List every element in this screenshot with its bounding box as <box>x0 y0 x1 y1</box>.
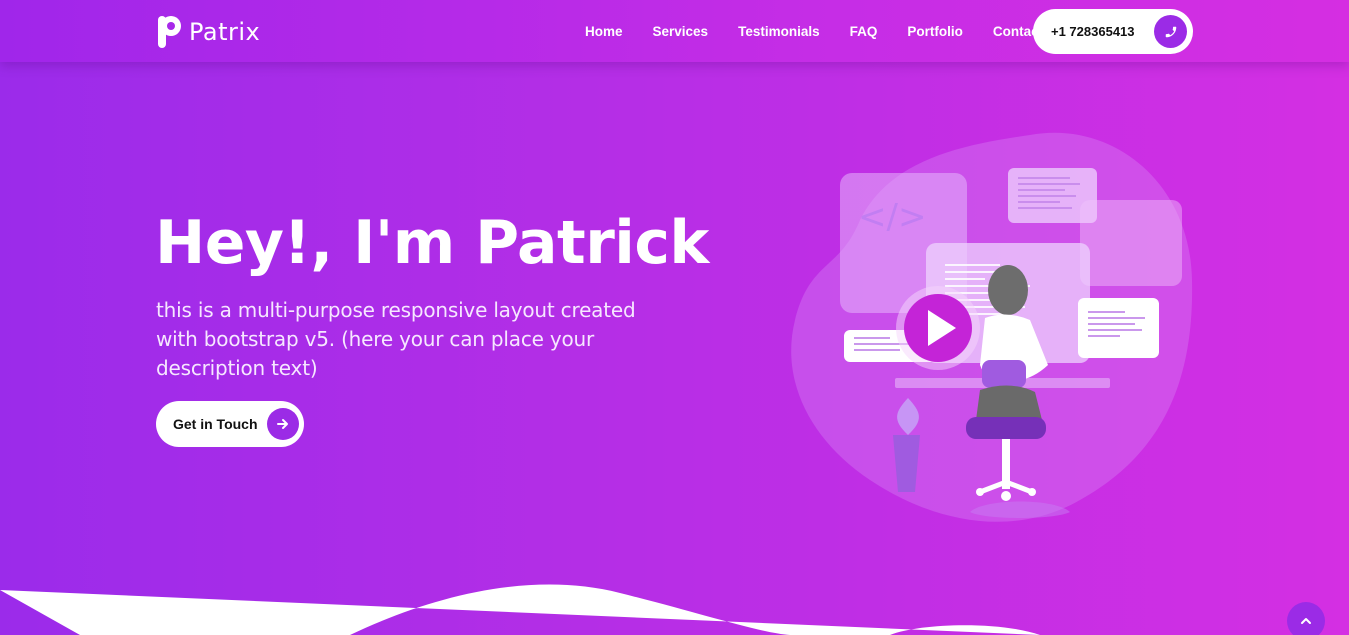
main-nav: Home Services Testimonials FAQ Portfolio… <box>570 0 1066 62</box>
arrow-right-icon <box>267 408 299 440</box>
brand-logo[interactable]: Patrix <box>157 14 260 50</box>
mini-card-right <box>1078 298 1159 358</box>
nav-link-services[interactable]: Services <box>653 24 709 39</box>
nav-link-home[interactable]: Home <box>585 24 623 39</box>
phone-contact-button[interactable]: +1 728365413 <box>1033 9 1193 54</box>
chair-back <box>982 360 1026 388</box>
nav-link-testimonials[interactable]: Testimonials <box>738 24 820 39</box>
scroll-to-top-button[interactable] <box>1287 602 1325 635</box>
bottom-wave <box>0 584 1040 635</box>
nav-link-portfolio[interactable]: Portfolio <box>907 24 963 39</box>
chair-seat <box>966 417 1046 439</box>
floating-card-right <box>1080 200 1182 286</box>
code-tag-label: </> <box>858 197 926 237</box>
hero-title: Hey!, I'm Patrick <box>155 208 709 278</box>
hero-description: this is a multi-purpose responsive layou… <box>156 298 636 380</box>
phone-icon <box>1154 15 1187 48</box>
hero-illustration: </> <box>780 120 1200 530</box>
logo-icon <box>157 15 183 49</box>
get-in-touch-button[interactable]: Get in Touch <box>156 401 304 447</box>
brand-name: Patrix <box>189 18 261 46</box>
person-head <box>988 265 1028 315</box>
chevron-up-icon <box>1301 618 1311 624</box>
cta-label: Get in Touch <box>173 416 258 432</box>
nav-link-faq[interactable]: FAQ <box>850 24 878 39</box>
phone-number: +1 728365413 <box>1051 24 1135 39</box>
navbar: Patrix Home Services Testimonials FAQ Po… <box>0 0 1349 62</box>
